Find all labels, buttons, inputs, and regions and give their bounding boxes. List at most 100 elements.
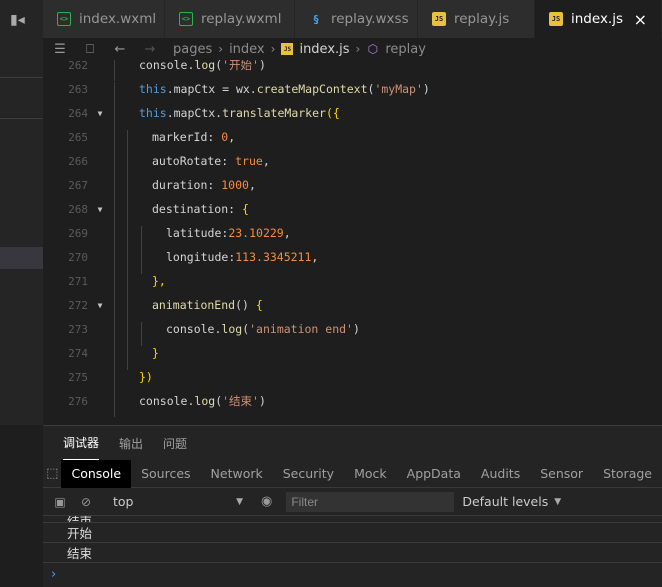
breadcrumb-item[interactable]: pages bbox=[173, 42, 212, 57]
sidebar-divider bbox=[0, 118, 43, 119]
breadcrumb-item[interactable]: index bbox=[229, 42, 265, 57]
code-text: console.log('结束') bbox=[112, 393, 266, 417]
code-text: } bbox=[112, 346, 159, 370]
code-line: 267 duration: 1000, bbox=[43, 173, 662, 202]
levels-label: Default levels bbox=[462, 494, 549, 509]
context-selector[interactable]: top ▼ bbox=[113, 494, 243, 509]
code-text: this.mapCtx.translateMarker({ bbox=[112, 106, 340, 130]
line-number: 264 bbox=[68, 106, 88, 120]
left-sidebar-strip: ▮◂ bbox=[0, 0, 43, 425]
console-output: 结束 开始 结束 › bbox=[43, 516, 662, 587]
line-number: 263 bbox=[68, 82, 88, 96]
tab-debugger[interactable]: 调试器 bbox=[63, 426, 100, 460]
console-prompt[interactable]: › bbox=[43, 563, 662, 585]
filter-input[interactable] bbox=[286, 491, 455, 512]
dropdown-arrow-icon: ▼ bbox=[236, 496, 243, 507]
code-line: 268 ▼ destination: { bbox=[43, 197, 662, 226]
cube-icon: ⬡ bbox=[367, 42, 379, 56]
context-value: top bbox=[113, 494, 134, 509]
tab-index-js[interactable]: JS index.js × bbox=[535, 0, 662, 38]
sidebar-toggle-icon[interactable]: ▣ bbox=[53, 495, 67, 509]
console-toolbar: ▣ ⊘ top ▼ ◉ Default levels ▼ bbox=[43, 488, 662, 516]
code-text: animationEnd() { bbox=[112, 298, 263, 322]
code-text: longitude:113.3345211, bbox=[112, 250, 318, 274]
fold-chevron-icon[interactable]: ▼ bbox=[88, 109, 112, 118]
css-icon: § bbox=[312, 12, 320, 26]
line-number: 271 bbox=[68, 274, 88, 288]
tab-mock[interactable]: Mock bbox=[344, 460, 397, 488]
forward-arrow-icon[interactable]: → bbox=[143, 42, 157, 57]
breadcrumb-item[interactable]: index.js bbox=[299, 42, 349, 57]
fold-chevron-icon[interactable]: ▼ bbox=[88, 205, 112, 214]
line-number: 273 bbox=[68, 322, 88, 336]
tab-sources[interactable]: Sources bbox=[131, 460, 200, 488]
tab-label: replay.js bbox=[454, 11, 510, 27]
code-line: 274 } bbox=[43, 341, 662, 370]
breadcrumb: ☰ ⎕ ← → pages › index › JS index.js › ⬡ … bbox=[43, 38, 662, 60]
code-editor[interactable]: 262 console.log('开始') 263 this.mapCtx = … bbox=[43, 60, 662, 425]
devtools-panel: 调试器 输出 问题 ⬚ Console Sources Network Secu… bbox=[43, 425, 662, 587]
code-text: console.log('开始') bbox=[112, 60, 266, 81]
code-line: 276 console.log('结束') bbox=[43, 389, 662, 417]
log-levels-dropdown[interactable]: Default levels ▼ bbox=[462, 494, 561, 509]
tab-sensor[interactable]: Sensor bbox=[530, 460, 593, 488]
list-icon[interactable]: ☰ bbox=[53, 42, 67, 57]
log-row: 开始 bbox=[43, 523, 662, 543]
tab-network[interactable]: Network bbox=[201, 460, 273, 488]
code-line: 264 ▼ this.mapCtx.translateMarker({ bbox=[43, 101, 662, 130]
code-line: 272 ▼ animationEnd() { bbox=[43, 293, 662, 322]
code-line: 262 console.log('开始') bbox=[43, 60, 662, 81]
clear-console-icon[interactable]: ⊘ bbox=[79, 495, 93, 509]
log-row: 结束 bbox=[43, 516, 662, 523]
js-icon: JS bbox=[432, 12, 446, 26]
tab-appdata[interactable]: AppData bbox=[397, 460, 471, 488]
breadcrumb-item[interactable]: replay bbox=[385, 42, 426, 57]
line-number: 265 bbox=[68, 130, 88, 144]
code-line: 270 longitude:113.3345211, bbox=[43, 245, 662, 274]
tab-replay-wxml[interactable]: <> replay.wxml bbox=[165, 0, 295, 38]
tab-output[interactable]: 输出 bbox=[119, 426, 143, 460]
code-text: console.log('animation end') bbox=[112, 322, 360, 346]
tab-security[interactable]: Security bbox=[273, 460, 344, 488]
devtools-top-tabs: 调试器 输出 问题 bbox=[43, 426, 662, 460]
split-editor-icon[interactable]: ▮◂ bbox=[10, 12, 32, 32]
close-icon[interactable]: × bbox=[634, 10, 647, 29]
line-number: 274 bbox=[68, 346, 88, 360]
code-line: 275 }) bbox=[43, 365, 662, 394]
prompt-chevron-icon: › bbox=[51, 566, 57, 582]
tab-label: index.js bbox=[571, 11, 624, 27]
code-text: duration: 1000, bbox=[112, 178, 256, 202]
tab-label: index.wxml bbox=[79, 11, 157, 27]
tab-label: replay.wxml bbox=[201, 11, 282, 27]
line-number: 268 bbox=[68, 202, 88, 216]
tab-storage[interactable]: Storage bbox=[593, 460, 662, 488]
line-number: 262 bbox=[68, 60, 88, 72]
line-number: 275 bbox=[68, 370, 88, 384]
sidebar-selected-row[interactable] bbox=[0, 247, 43, 269]
tab-replay-wxss[interactable]: § replay.wxss bbox=[295, 0, 418, 38]
chevron-right-icon: › bbox=[270, 42, 276, 56]
code-line: 266 autoRotate: true, bbox=[43, 149, 662, 178]
code-text: latitude:23.10229, bbox=[112, 226, 291, 250]
code-line: 273 console.log('animation end') bbox=[43, 317, 662, 346]
fold-chevron-icon[interactable]: ▼ bbox=[88, 301, 112, 310]
tab-console[interactable]: Console bbox=[61, 459, 132, 488]
code-line: 269 latitude:23.10229, bbox=[43, 221, 662, 250]
eye-icon[interactable]: ◉ bbox=[261, 494, 272, 509]
tab-problems[interactable]: 问题 bbox=[163, 426, 187, 460]
wxml-icon: <> bbox=[57, 12, 71, 26]
bookmark-icon[interactable]: ⎕ bbox=[83, 42, 97, 57]
inspect-element-icon[interactable]: ⬚ bbox=[43, 460, 61, 488]
chevron-right-icon: › bbox=[218, 42, 224, 56]
back-arrow-icon[interactable]: ← bbox=[113, 42, 127, 57]
code-text: }) bbox=[112, 370, 153, 394]
chevron-right-icon: › bbox=[355, 42, 361, 56]
dropdown-arrow-icon: ▼ bbox=[554, 496, 562, 507]
tab-replay-js[interactable]: JS replay.js bbox=[418, 0, 535, 38]
code-line: 263 this.mapCtx = wx.createMapContext('m… bbox=[43, 77, 662, 106]
code-text: destination: { bbox=[112, 202, 249, 226]
sidebar-divider bbox=[0, 77, 43, 78]
wxml-icon: <> bbox=[179, 12, 193, 26]
tab-index-wxml[interactable]: <> index.wxml bbox=[43, 0, 165, 38]
tab-audits[interactable]: Audits bbox=[471, 460, 530, 488]
